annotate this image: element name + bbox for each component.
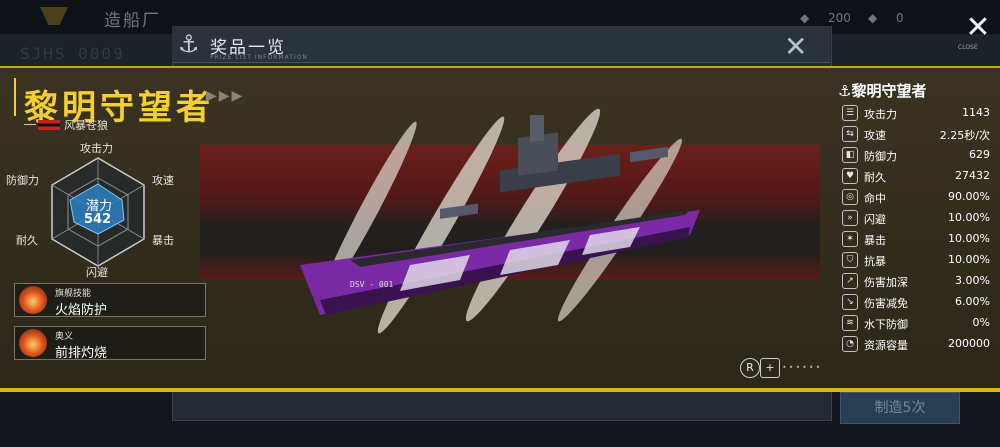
- expand-plus-icon[interactable]: +: [760, 358, 780, 378]
- flame-shield-icon: [19, 286, 47, 314]
- modal-close-icon[interactable]: ✕: [784, 30, 807, 63]
- stat-row-attack-speed: ⇆ 攻速 2.25秒/次: [842, 125, 992, 145]
- shipyard-title: 造船厂: [104, 11, 161, 31]
- ultimate-skill-card[interactable]: 奥义 前排灼烧: [14, 326, 206, 361]
- stat-label: 耐久: [864, 171, 886, 184]
- info-r-icon[interactable]: R: [740, 358, 760, 378]
- stat-value: 27432: [955, 169, 990, 182]
- accuracy-icon: ◎: [842, 189, 858, 205]
- stat-row-accuracy: ◎ 命中 90.00%: [842, 188, 992, 208]
- anchor-icon: ⚓: [178, 30, 200, 58]
- ship-illustration: DSV - 001: [300, 115, 700, 315]
- skill-tag: 奥义: [55, 332, 74, 342]
- crit-icon: ✶: [842, 231, 858, 247]
- stat-value: 3.00%: [955, 274, 990, 287]
- fire-burn-icon: [19, 329, 47, 357]
- stat-value: 1143: [962, 106, 990, 119]
- stat-label: 伤害加深: [864, 276, 908, 289]
- gem-icon: ◆: [868, 11, 878, 25]
- stat-value: 10.00%: [948, 232, 990, 245]
- diamond-icon: ◆: [800, 11, 810, 25]
- resource-1-value: 200: [828, 11, 851, 25]
- stat-row-resource-capacity: ◔ 资源容量 200000: [842, 335, 992, 355]
- modal-subtitle: PRIZE LIST INFORMATION: [210, 54, 308, 61]
- attack-speed-icon: ⇆: [842, 126, 858, 142]
- stat-label: 资源容量: [864, 339, 908, 352]
- stats-title-text: 黎明守望者: [851, 82, 927, 100]
- skill-name: 火焰防护: [55, 303, 108, 318]
- flagship-skill-card[interactable]: 旗舰技能 火焰防护: [14, 283, 206, 318]
- stat-value: 2.25秒/次: [939, 129, 990, 142]
- skill-name: 前排灼烧: [55, 346, 108, 361]
- faction-name: 风暴苍狼: [64, 119, 108, 132]
- stat-row-crit-resist: ⛉ 抗暴 10.00%: [842, 251, 992, 271]
- stat-label: 攻速: [864, 129, 886, 142]
- stat-row-underwater-defense: ≋ 水下防御 0%: [842, 314, 992, 334]
- evasion-icon: »: [842, 210, 858, 226]
- dots-decoration: ••••••: [782, 363, 823, 372]
- shipyard-code: SJHS 0009: [20, 44, 125, 63]
- radar-label-defense: 防御力: [6, 174, 39, 187]
- crit-resist-icon: ⛉: [842, 252, 858, 268]
- stat-label: 水下防御: [864, 318, 908, 331]
- durability-icon: ♥: [842, 168, 858, 184]
- radar-label-attack: 攻击力: [80, 142, 113, 155]
- damage-boost-icon: ↗: [842, 273, 858, 289]
- damage-reduce-icon: ↘: [842, 294, 858, 310]
- stat-label: 防御力: [864, 150, 897, 163]
- stats-title: ⚓黎明守望者: [838, 82, 927, 100]
- stat-row-durability: ♥ 耐久 27432: [842, 167, 992, 187]
- close-tag: CLOSE: [958, 44, 978, 51]
- resource-2-value: 0: [896, 11, 904, 25]
- stat-value: 629: [969, 148, 990, 161]
- stat-label: 伤害减免: [864, 297, 908, 310]
- defense-icon: ◧: [842, 147, 858, 163]
- stat-value: 90.00%: [948, 190, 990, 203]
- stat-label: 暴击: [864, 234, 886, 247]
- stat-value: 200000: [948, 337, 990, 350]
- radar-label-crit: 暴击: [152, 234, 174, 247]
- stat-row-damage-boost: ↗ 伤害加深 3.00%: [842, 272, 992, 292]
- build-five-button[interactable]: 制造5次: [840, 392, 960, 424]
- radar-label-evasion: 闪避: [86, 266, 108, 279]
- stat-label: 攻击力: [864, 108, 897, 121]
- resource-capacity-icon: ◔: [842, 336, 858, 352]
- faction-flag-icon: [38, 120, 60, 130]
- radar-label-durability: 耐久: [16, 234, 38, 247]
- hull-code: DSV - 001: [350, 280, 394, 289]
- skill-tag: 旗舰技能: [55, 289, 92, 299]
- radar-label-speed: 攻速: [152, 174, 174, 187]
- stat-row-crit: ✶ 暴击 10.00%: [842, 230, 992, 250]
- mast: [530, 115, 544, 143]
- underwater-defense-icon: ≋: [842, 315, 858, 331]
- stat-row-defense: ◧ 防御力 629: [842, 146, 992, 166]
- stat-label: 抗暴: [864, 255, 886, 268]
- turret-a: [440, 203, 478, 219]
- potential-value: 542: [84, 212, 112, 227]
- stat-row-evasion: » 闪避 10.00%: [842, 209, 992, 229]
- stat-value: 10.00%: [948, 211, 990, 224]
- attack-power-icon: ☰: [842, 105, 858, 121]
- stat-value: 10.00%: [948, 253, 990, 266]
- faction-line-decoration: [24, 124, 36, 125]
- stat-value: 0%: [972, 316, 990, 329]
- turret-b: [630, 146, 668, 163]
- stat-value: 6.00%: [955, 295, 990, 308]
- stat-row-attack: ☰ 攻击力 1143: [842, 104, 992, 124]
- stat-label: 命中: [864, 192, 886, 205]
- stat-label: 闪避: [864, 213, 886, 226]
- arrows-decoration: ▶▶▶: [206, 88, 245, 104]
- stat-row-damage-reduce: ↘ 伤害减免 6.00%: [842, 293, 992, 313]
- name-bracket-decoration: [14, 78, 22, 116]
